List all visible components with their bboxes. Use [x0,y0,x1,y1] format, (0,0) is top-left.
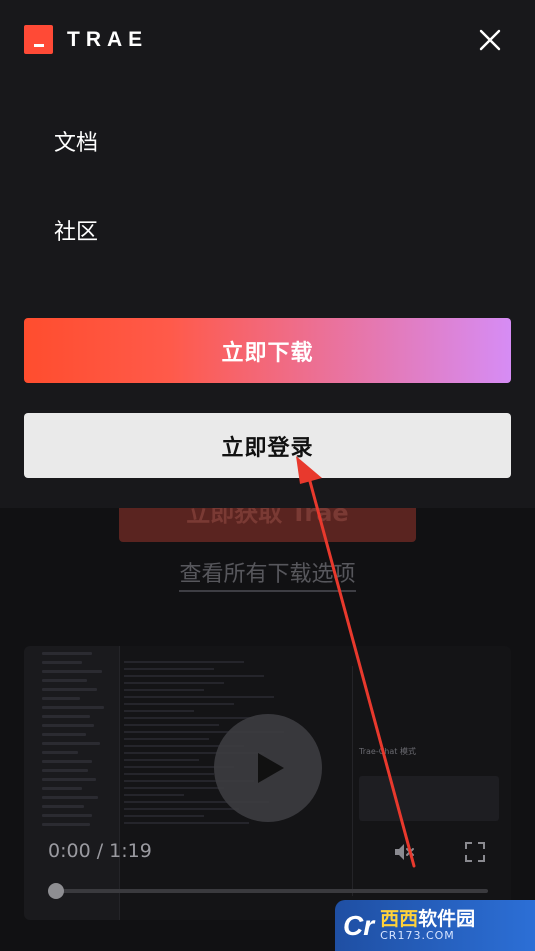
video-time-display: 0:00 / 1:19 [48,840,152,862]
menu-item-community[interactable]: 社区 [54,214,98,246]
fullscreen-icon [465,842,485,862]
muted-speaker-icon [395,844,414,860]
menu-item-docs[interactable]: 文档 [54,125,98,157]
download-now-button[interactable]: 立即下载 [24,318,511,383]
demo-video-player[interactable]: Trae-Chat 模式 0:00 / 1:19 [24,646,511,920]
watermark-logo: Cr [343,909,375,941]
video-chat-panel-box [359,776,499,821]
login-now-button[interactable]: 立即登录 [24,413,511,478]
video-progress-track[interactable] [56,889,488,893]
play-button[interactable] [214,714,322,822]
watermark-text: 西西软件园 CR173.COM [380,909,475,942]
watermark-site: CR173.COM [380,928,455,942]
watermark-title-highlight: 西西 [380,908,419,930]
mute-toggle-button[interactable] [392,840,416,864]
trae-logo[interactable]: TRAE [24,25,148,54]
all-download-options-link: 查看所有下载选项 [0,556,535,592]
play-icon [258,753,284,783]
mobile-menu-panel: TRAE 文档 社区 立即下载 立即登录 [0,0,535,508]
trae-logo-text: TRAE [67,27,149,51]
close-icon [479,29,501,51]
fullscreen-button[interactable] [465,842,485,862]
video-chat-panel-title: Trae-Chat 模式 [359,747,416,756]
all-download-options-text: 查看所有下载选项 [179,562,356,592]
video-ide-file-tree [24,646,120,920]
close-menu-button[interactable] [478,28,502,52]
watermark-title: 西西软件园 [380,909,475,930]
watermark-title-rest: 软件园 [418,908,476,930]
watermark: Cr 西西软件园 CR173.COM [335,900,535,951]
trae-logo-mark-icon [24,25,53,54]
video-progress-handle[interactable] [48,883,64,899]
